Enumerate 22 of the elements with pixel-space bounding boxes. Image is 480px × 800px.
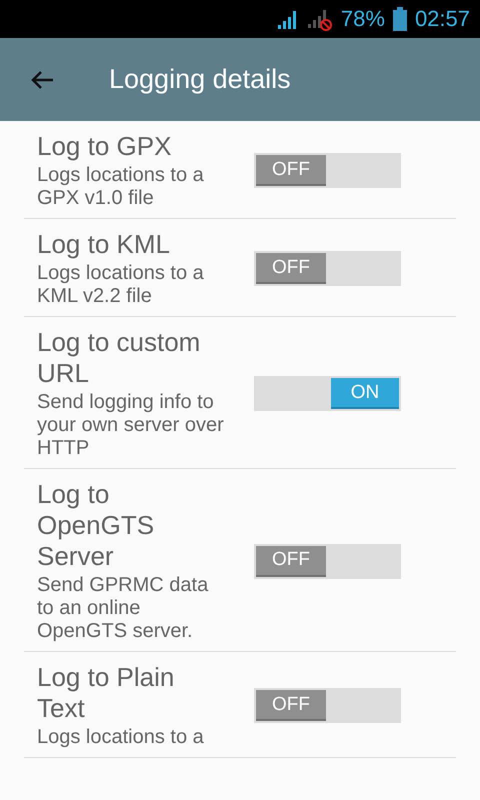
setting-summary: Logs locations to a KML v2.2 file [37, 262, 205, 308]
setting-title: Log to Plain Text [37, 662, 176, 724]
setting-title: Log to GPX [37, 131, 172, 162]
no-signal-icon [306, 7, 333, 31]
toggle-switch[interactable]: OFF [254, 544, 401, 578]
setting-summary: Send GPRMC data to an online OpenGTS server. [37, 574, 210, 643]
setting-summary: Logs locations to a [37, 726, 205, 749]
battery-icon [392, 7, 407, 31]
toggle-switch[interactable]: OFF [254, 153, 401, 188]
signal-icon [276, 8, 299, 30]
setting-summary: Send logging info to your own server over HTTP [37, 391, 225, 460]
toggle-switch[interactable]: OFF [254, 688, 401, 723]
battery-percentage: 78% [340, 5, 385, 33]
back-arrow-icon [30, 70, 54, 90]
toggle-switch[interactable]: OFF [254, 251, 401, 286]
screen-title: Logging details [109, 64, 291, 95]
setting-title: Log to KML [37, 229, 171, 260]
toggle-switch[interactable]: ON [254, 376, 401, 411]
setting-summary: Logs locations to a GPX v1.0 file [37, 164, 205, 210]
setting-title: Log to OpenGTS Server [37, 479, 156, 572]
clock-time: 02:57 [414, 5, 470, 33]
setting-title: Log to custom URL [37, 327, 202, 389]
